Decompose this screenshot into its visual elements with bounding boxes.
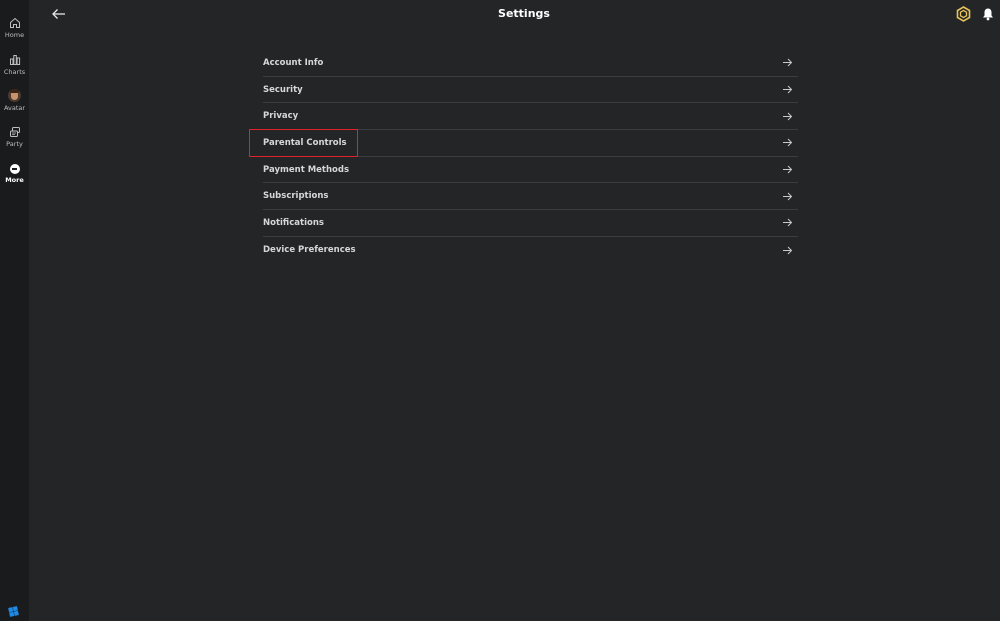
settings-item-label: Security — [263, 84, 303, 95]
nav-label-party: Party — [6, 140, 23, 148]
nav-label-home: Home — [4, 31, 25, 39]
roblox-logo-icon[interactable] — [7, 605, 20, 618]
settings-item-label: Payment Methods — [263, 164, 350, 175]
nav-label-charts: Charts — [3, 68, 26, 76]
settings-item-security[interactable]: Security — [263, 77, 798, 104]
settings-item-notifications[interactable]: Notifications — [263, 210, 798, 237]
party-icon — [9, 127, 20, 137]
arrow-right-icon — [783, 85, 793, 94]
settings-item-label: Parental Controls — [263, 137, 347, 148]
arrow-right-icon — [783, 112, 793, 121]
settings-item-subscriptions[interactable]: Subscriptions — [263, 183, 798, 211]
nav-label-avatar: Avatar — [3, 104, 26, 112]
page-title: Settings — [498, 7, 550, 20]
robux-icon[interactable] — [956, 6, 971, 22]
settings-item-parental-controls[interactable]: Parental Controls — [263, 130, 798, 157]
more-icon — [9, 164, 20, 174]
settings-item-device-preferences[interactable]: Device Preferences — [263, 237, 798, 264]
settings-item-payment-methods[interactable]: Payment Methods — [263, 157, 798, 184]
settings-item-label: Privacy — [263, 111, 299, 122]
notification-bell-icon[interactable] — [981, 7, 995, 21]
settings-item-privacy[interactable]: Privacy — [263, 103, 798, 131]
arrow-right-icon — [783, 58, 793, 67]
settings-item-account-info[interactable]: Account Info — [263, 50, 798, 77]
arrow-right-icon — [783, 219, 793, 227]
arrow-right-icon — [783, 192, 793, 201]
chart-icon — [9, 55, 20, 65]
nav-label-more: More — [5, 176, 24, 184]
settings-list: Account Info Security Privacy Parental C… — [263, 50, 798, 264]
nav-item-avatar[interactable]: Avatar — [0, 89, 29, 112]
arrow-right-icon — [783, 246, 793, 255]
arrow-right-icon — [783, 165, 793, 174]
settings-item-label: Subscriptions — [263, 191, 329, 202]
settings-item-label: Notifications — [263, 217, 324, 228]
nav-item-charts[interactable]: Charts — [0, 54, 29, 76]
settings-item-label: Account Info — [263, 57, 324, 68]
settings-page: Home Charts Avatar Party More Settings A… — [0, 0, 1000, 621]
nav-item-home[interactable]: Home — [0, 17, 29, 39]
left-nav-rail: Home Charts Avatar Party More — [0, 0, 29, 621]
settings-item-label: Device Preferences — [263, 245, 356, 256]
avatar-icon — [8, 89, 21, 102]
nav-item-more[interactable]: More — [0, 164, 29, 184]
arrow-right-icon — [783, 139, 793, 147]
nav-item-party[interactable]: Party — [0, 126, 29, 148]
